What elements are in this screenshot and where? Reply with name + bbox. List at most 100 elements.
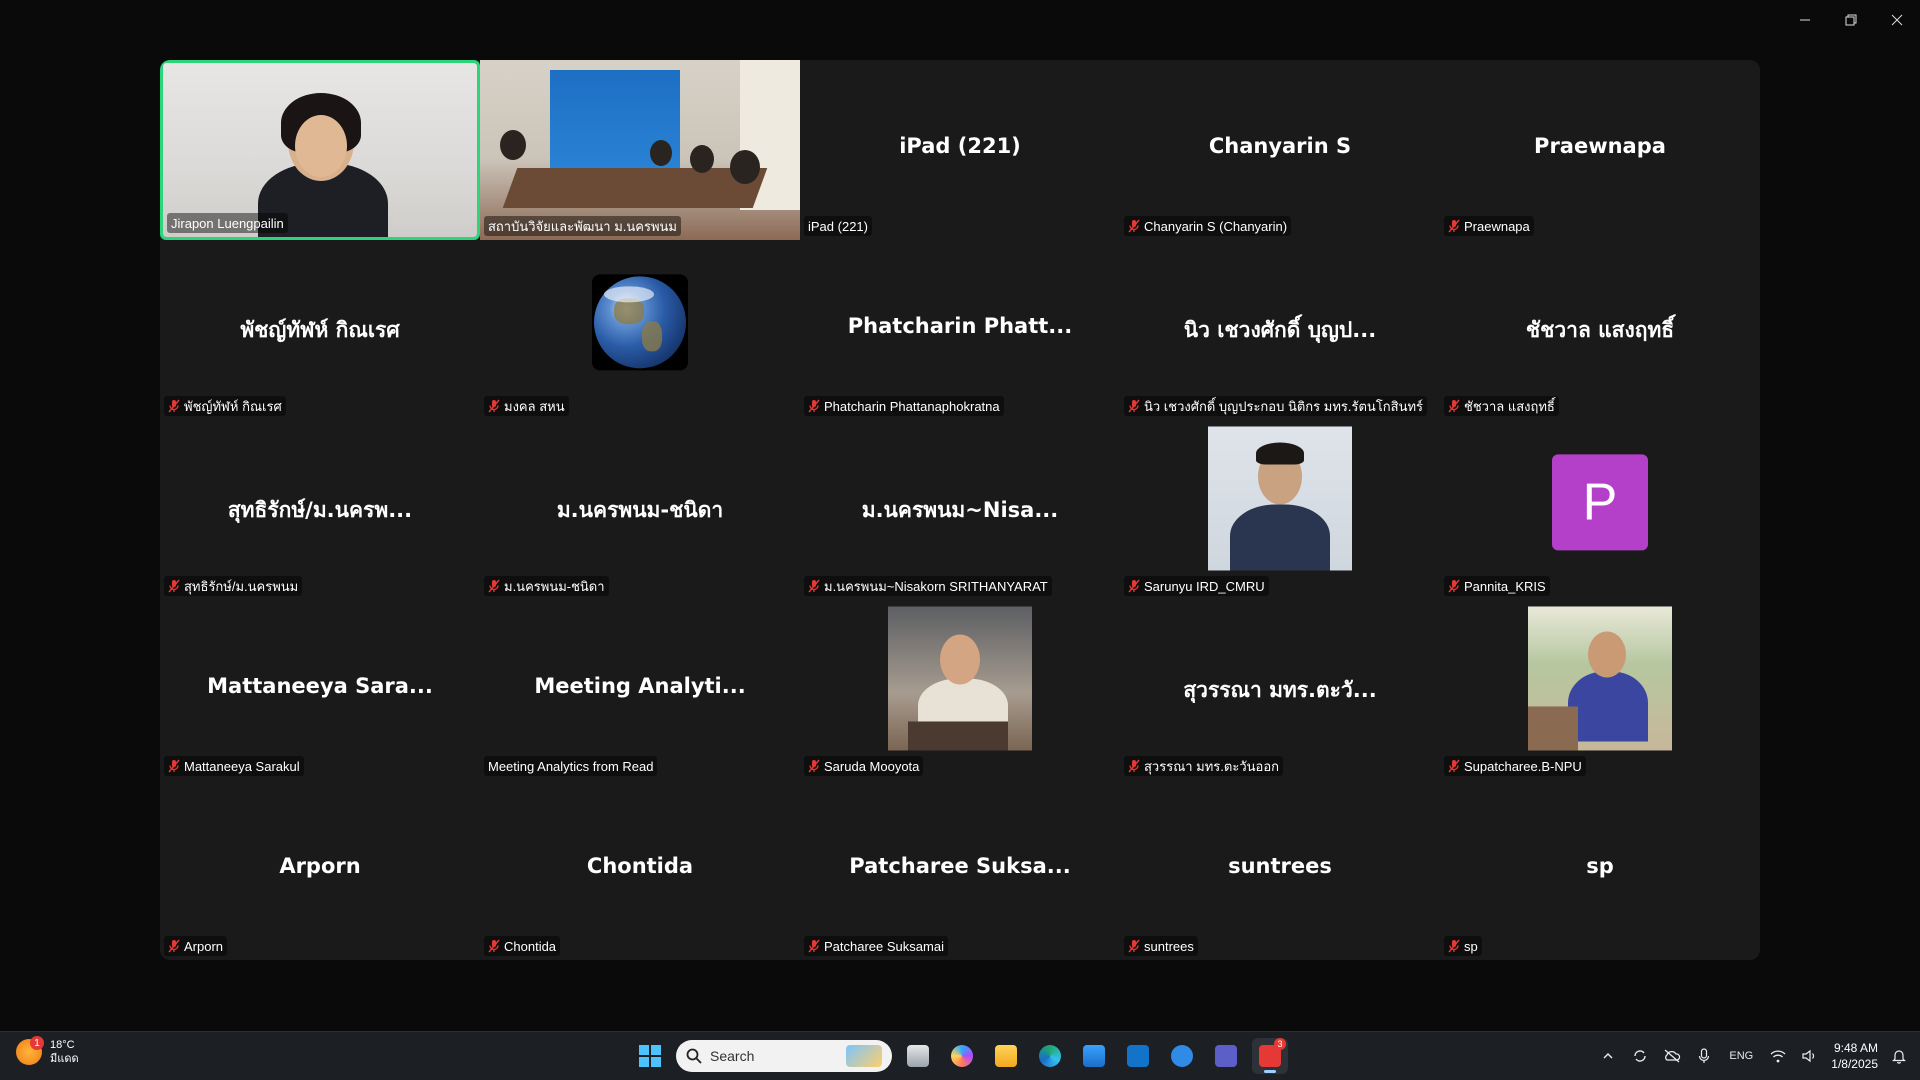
participant-name: Chanyarin S (Chanyarin) xyxy=(1144,218,1288,234)
mic-muted-icon xyxy=(488,579,500,593)
participant-tile[interactable]: Sarunyu IRD_CMRU xyxy=(1120,420,1440,600)
participant-tile[interactable]: Phatcharin Phatt... Phatcharin Phattanaph… xyxy=(800,240,1120,420)
letter-avatar: P xyxy=(1552,454,1648,551)
mic-muted-icon xyxy=(1128,579,1140,593)
participant-name: Meeting Analytics from Read xyxy=(488,758,654,774)
participant-name-label: สุทธิรักษ์/ม.นครพนม xyxy=(164,576,303,596)
window-controls xyxy=(1782,0,1920,40)
search-icon xyxy=(686,1048,702,1064)
participant-name-label: iPad (221) xyxy=(804,216,872,236)
clock-time: 9:48 AM xyxy=(1833,1041,1878,1055)
close-button[interactable] xyxy=(1874,0,1920,40)
participant-name-label: สถาบันวิจัยและพัฒนา ม.นครพนม xyxy=(484,216,681,236)
teams-button[interactable] xyxy=(1208,1038,1244,1074)
copilot-button[interactable] xyxy=(944,1038,980,1074)
wifi-icon[interactable] xyxy=(1767,1045,1789,1067)
chevron-up-icon[interactable] xyxy=(1597,1045,1619,1067)
participant-tile[interactable]: สุทธิรักษ์/ม.นครพ... สุทธิรักษ์/ม.นครพนม xyxy=(160,420,480,600)
participant-display-name: ชัชวาล แสงฤทธิ์ xyxy=(1525,318,1675,342)
participant-tile[interactable]: Jirapon Luengpailin xyxy=(160,60,480,240)
participant-tile[interactable]: Chontida Chontida xyxy=(480,780,800,960)
participant-tile[interactable]: sp sp xyxy=(1440,780,1760,960)
help-app-button[interactable] xyxy=(1164,1038,1200,1074)
participant-tile[interactable]: iPad (221) iPad (221) xyxy=(800,60,1120,240)
participant-name: Pannita_KRIS xyxy=(1464,578,1546,594)
participant-display-name: Phatcharin Phatt... xyxy=(847,314,1073,338)
zoom-button[interactable]: 3 xyxy=(1252,1038,1288,1074)
participant-name-label: Chontida xyxy=(484,936,561,956)
edge-button[interactable] xyxy=(1032,1038,1068,1074)
participant-tile[interactable]: suntrees suntrees xyxy=(1120,780,1440,960)
windows-icon xyxy=(639,1045,661,1067)
participant-tile[interactable]: สถาบันวิจัยและพัฒนา ม.นครพนม xyxy=(480,60,800,240)
mic-muted-icon xyxy=(168,579,180,593)
participant-tile[interactable]: พัชญ์ทัฬห์ กิณเรศ พัชญ์ทัฬห์ กิณเรศ xyxy=(160,240,480,420)
participant-tile[interactable]: Meeting Analyti... Meeting Analytics from… xyxy=(480,600,800,780)
participant-tile[interactable]: Chanyarin S Chanyarin S (Chanyarin) xyxy=(1120,60,1440,240)
volume-icon[interactable] xyxy=(1799,1045,1821,1067)
participant-name-label: Saruda Mooyota xyxy=(804,756,924,776)
participant-display-name: นิว เชวงศักดิ์ บุญป... xyxy=(1183,318,1377,342)
edge-icon xyxy=(1039,1045,1061,1067)
participant-tile[interactable]: Mattaneeya Sara... Mattaneeya Sarakul xyxy=(160,600,480,780)
participant-name-label: สุวรรณา มทร.ตะวันออก xyxy=(1124,756,1284,776)
participant-tile[interactable]: Patcharee Suksa... Patcharee Suksamai xyxy=(800,780,1120,960)
task-view-icon xyxy=(907,1045,929,1067)
mic-muted-icon xyxy=(168,399,180,413)
participant-display-name: Patcharee Suksa... xyxy=(849,854,1071,878)
participant-tile[interactable]: ชัชวาล แสงฤทธิ์ ชัชวาล แสงฤทธิ์ xyxy=(1440,240,1760,420)
participant-name: มงคล สหน xyxy=(504,398,565,414)
clock[interactable]: 9:48 AM 1/8/2025 xyxy=(1831,1040,1878,1072)
folder-icon xyxy=(995,1045,1017,1067)
task-view-button[interactable] xyxy=(900,1038,936,1074)
mic-muted-icon xyxy=(808,399,820,413)
participant-name-label: Mattaneeya Sarakul xyxy=(164,756,304,776)
mic-muted-icon xyxy=(1448,579,1460,593)
start-button[interactable] xyxy=(632,1038,668,1074)
participant-name-label: Jirapon Luengpailin xyxy=(167,213,288,233)
participant-name-label: Patcharee Suksamai xyxy=(804,936,948,956)
participant-tile[interactable]: มงคล สหน xyxy=(480,240,800,420)
onedrive-off-icon[interactable] xyxy=(1661,1045,1683,1067)
mic-muted-icon xyxy=(488,939,500,953)
mic-muted-icon xyxy=(1128,219,1140,233)
participant-tile[interactable]: สุวรรณา มทร.ตะวั... สุวรรณา มทร.ตะวันออก xyxy=(1120,600,1440,780)
participant-name: ชัชวาล แสงฤทธิ์ xyxy=(1464,398,1555,414)
participant-tile[interactable]: Supatcharee.B-NPU xyxy=(1440,600,1760,780)
participant-tile[interactable]: P Pannita_KRIS xyxy=(1440,420,1760,600)
participant-display-name: Arporn xyxy=(279,854,361,878)
participant-name-label: Chanyarin S (Chanyarin) xyxy=(1124,216,1292,236)
microphone-icon[interactable] xyxy=(1693,1045,1715,1067)
participant-name: Jirapon Luengpailin xyxy=(171,215,284,231)
participant-tile[interactable]: Praewnapa Praewnapa xyxy=(1440,60,1760,240)
notification-bell-icon[interactable] xyxy=(1888,1045,1910,1067)
mic-muted-icon xyxy=(488,399,500,413)
participant-tile[interactable]: ม.นครพนม-ชนิดา ม.นครพนม-ชนิดา xyxy=(480,420,800,600)
taskbar-search[interactable]: Search xyxy=(676,1040,892,1072)
participant-display-name: Meeting Analyti... xyxy=(534,674,746,698)
clock-date: 1/8/2025 xyxy=(1831,1057,1878,1071)
sync-icon[interactable] xyxy=(1629,1045,1651,1067)
restore-button[interactable] xyxy=(1828,0,1874,40)
store-button[interactable] xyxy=(1076,1038,1112,1074)
participant-tile[interactable]: นิว เชวงศักดิ์ บุญป... นิว เชวงศักดิ์ บุญ… xyxy=(1120,240,1440,420)
help-icon xyxy=(1171,1045,1193,1067)
app-button-blue[interactable] xyxy=(1120,1038,1156,1074)
sun-icon: 1 xyxy=(16,1036,44,1065)
participant-name-label: นิว เชวงศักดิ์ บุญประกอบ นิติกร มทร.รัตน… xyxy=(1124,396,1428,416)
participant-display-name: Mattaneeya Sara... xyxy=(207,674,433,698)
participant-name: ม.นครพนม-ชนิดา xyxy=(504,578,605,594)
restore-icon xyxy=(1845,14,1857,26)
file-explorer-button[interactable] xyxy=(988,1038,1024,1074)
participant-name: Saruda Mooyota xyxy=(824,758,920,774)
weather-temp: 18°C xyxy=(50,1039,75,1051)
participant-tile[interactable]: Saruda Mooyota xyxy=(800,600,1120,780)
participant-display-name: iPad (221) xyxy=(899,134,1021,158)
language-indicator[interactable]: ENG xyxy=(1725,1045,1757,1067)
participant-display-name: สุทธิรักษ์/ม.นครพ... xyxy=(227,498,413,522)
participant-tile[interactable]: ม.นครพนม~Nisa... ม.นครพนม~Nisakorn SRITHA… xyxy=(800,420,1120,600)
minimize-button[interactable] xyxy=(1782,0,1828,40)
participant-display-name: Chanyarin S xyxy=(1208,134,1352,158)
participant-tile[interactable]: Arporn Arporn xyxy=(160,780,480,960)
weather-widget[interactable]: 1 18°C มีแดด xyxy=(16,1036,79,1066)
